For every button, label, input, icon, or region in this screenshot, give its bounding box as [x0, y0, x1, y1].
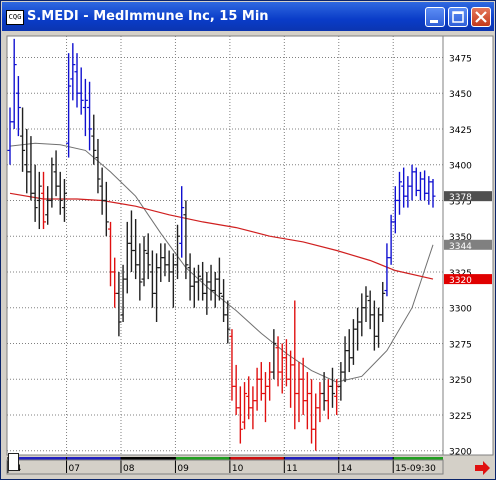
minimize-button[interactable] [425, 7, 445, 27]
x-tick-label: 09 [177, 464, 189, 474]
y-tick-label: 3200 [449, 448, 472, 458]
price-marker-label: 3378 [449, 193, 472, 203]
price-chart[interactable]: 3475345034253400337533503325330032753250… [2, 32, 495, 480]
minimize-icon [430, 20, 438, 23]
x-tick-label: 14 [341, 464, 353, 474]
x-tick-label: 11 [286, 464, 297, 474]
window-title: S.MEDI - MedImmune Inc, 15 Min [27, 9, 269, 24]
price-marker-label: 3320 [449, 276, 472, 286]
y-tick-label: 3275 [449, 340, 472, 350]
x-tick-label: 10 [232, 464, 244, 474]
scroll-right-arrow-icon[interactable] [475, 461, 491, 475]
maximize-icon [452, 11, 464, 23]
maximize-button[interactable] [448, 7, 468, 27]
cqg-app-icon[interactable]: CQG [6, 10, 24, 25]
y-tick-label: 3400 [449, 162, 472, 172]
x-tick-label: 08 [123, 464, 135, 474]
close-icon [475, 11, 487, 23]
y-tick-label: 3450 [449, 90, 472, 100]
title-bar[interactable]: CQG S.MEDI - MedImmune Inc, 15 Min [2, 2, 494, 31]
close-button[interactable] [471, 7, 491, 27]
chart-selector-box[interactable] [8, 453, 19, 471]
y-tick-label: 3250 [449, 376, 472, 386]
y-tick-label: 3475 [449, 54, 472, 64]
y-tick-label: 3300 [449, 305, 472, 315]
price-marker-label: 3344 [449, 242, 472, 252]
y-tick-label: 3225 [449, 412, 472, 422]
y-tick-label: 3425 [449, 126, 472, 136]
x-tick-label: 15-09:30 [395, 464, 436, 474]
chart-window: CQG S.MEDI - MedImmune Inc, 15 Min 3475 3… [0, 0, 496, 480]
x-tick-label: 07 [69, 464, 80, 474]
